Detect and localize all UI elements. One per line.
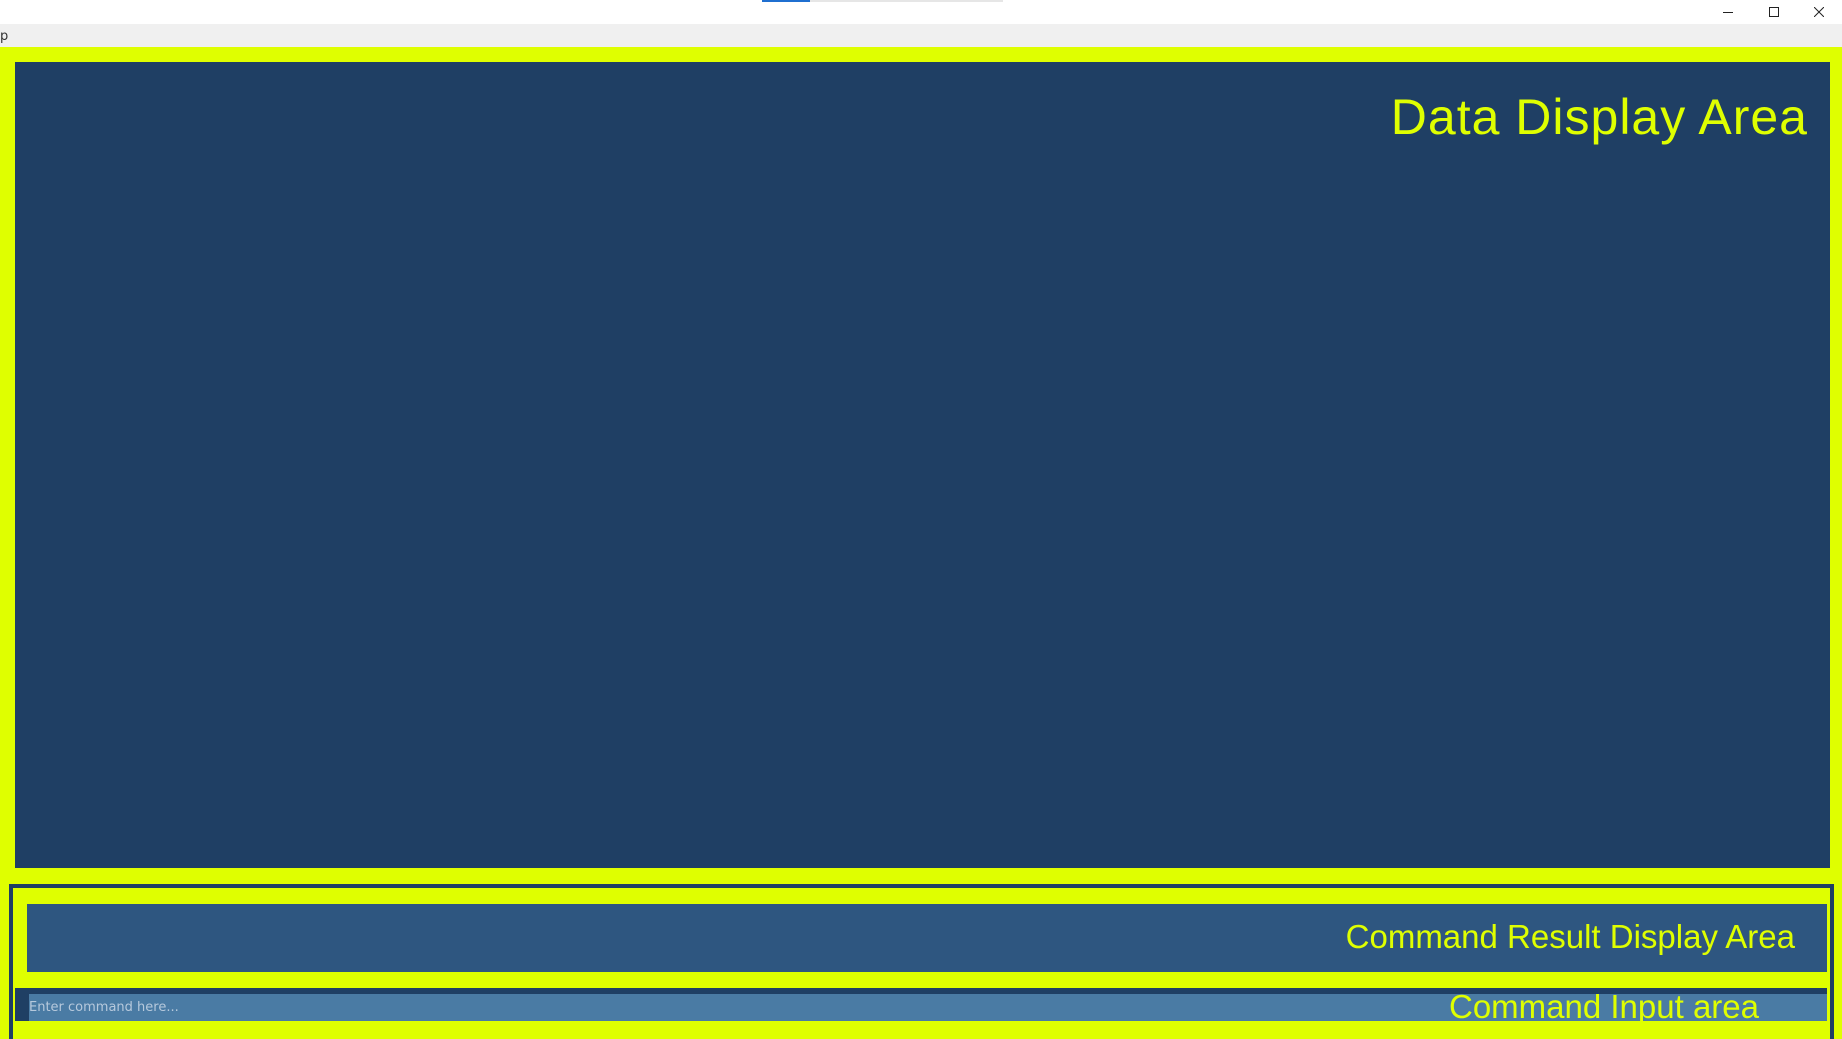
maximize-icon: [1769, 7, 1779, 17]
title-bar: [0, 0, 1842, 24]
close-button[interactable]: [1796, 0, 1842, 24]
minimize-button[interactable]: [1705, 0, 1751, 24]
app-window: p Data Display Area Command Result Displ…: [0, 0, 1842, 1039]
menu-item[interactable]: p: [0, 30, 8, 43]
command-result-label: Command Result Display Area: [1345, 918, 1795, 955]
title-progress-active: [762, 0, 810, 2]
close-icon: [1814, 7, 1824, 17]
bottom-panel: Command Result Display Area Command Inpu…: [9, 884, 1834, 1039]
left-border: [0, 883, 9, 1039]
menu-bar: p: [0, 24, 1842, 47]
command-input-area: Command Input area: [15, 988, 1827, 1025]
data-display-label: Data Display Area: [1390, 89, 1808, 145]
maximize-button[interactable]: [1751, 0, 1797, 24]
minimize-icon: [1723, 12, 1733, 13]
bottom-panel-inner: Command Result Display Area Command Inpu…: [13, 888, 1830, 1039]
main-area: Data Display Area Command Result Display…: [0, 47, 1842, 1039]
data-display-area: Data Display Area: [15, 62, 1830, 868]
command-result-display-area: Command Result Display Area: [27, 904, 1827, 972]
command-input[interactable]: [29, 994, 1827, 1021]
